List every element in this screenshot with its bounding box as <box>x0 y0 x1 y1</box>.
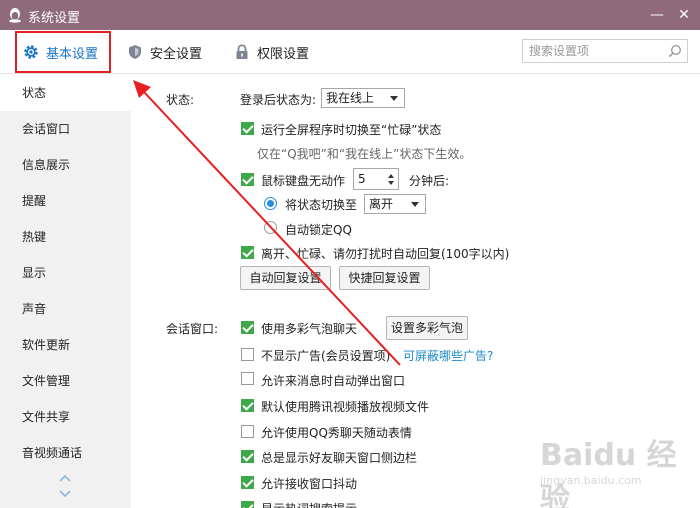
sidebar-item-software-update[interactable]: 软件更新 <box>0 327 131 363</box>
hide-ads-label: 不显示广告(会员设置项) <box>261 349 391 363</box>
sidebar-item-sound[interactable]: 声音 <box>0 291 131 327</box>
tencent-video-checkbox[interactable] <box>241 399 254 412</box>
switch-status-select[interactable]: 离开 <box>364 194 426 214</box>
tab-permission-settings-label: 权限设置 <box>257 46 310 62</box>
search-icon[interactable] <box>668 44 682 58</box>
hide-ads-checkbox[interactable] <box>241 348 254 361</box>
idle-label: 鼠标键盘无动作 <box>261 174 346 188</box>
chat-sidebar-label: 总是显示好友聊天窗口侧边栏 <box>261 451 418 465</box>
lock-icon <box>236 44 248 59</box>
minimize-button[interactable]: — <box>647 5 667 25</box>
auto-popup-checkbox[interactable] <box>241 372 254 385</box>
search-input[interactable] <box>523 40 663 62</box>
chat-sidebar-checkbox[interactable] <box>241 450 254 463</box>
session-section-label: 会话窗口: <box>166 322 219 336</box>
tab-permission-settings[interactable]: 权限设置 <box>233 37 309 67</box>
fullscreen-busy-label: 运行全屏程序时切换至“忙碌”状态 <box>261 123 442 137</box>
tab-basic-settings[interactable]: 基本设置 <box>22 37 98 67</box>
window-title: 系统设置 <box>28 11 81 26</box>
tab-security-settings-label: 安全设置 <box>150 46 203 62</box>
title-bar: 系统设置 — ✕ <box>0 0 700 30</box>
switch-status-value: 离开 <box>369 197 394 211</box>
idle-minutes-suffix: 分钟后: <box>409 174 450 188</box>
fullscreen-busy-note: 仅在“Q我吧”和“我在线上”状态下生效。 <box>257 147 472 161</box>
fullscreen-busy-checkbox[interactable] <box>241 122 254 135</box>
auto-reply-checkbox[interactable] <box>241 246 254 259</box>
login-status-select[interactable]: 我在线上 <box>321 88 405 108</box>
idle-minutes-stepper[interactable]: 5 <box>353 168 399 190</box>
colorful-bubble-label: 使用多彩气泡聊天 <box>261 322 358 336</box>
auto-popup-label: 允许来消息时自动弹出窗口 <box>261 374 406 388</box>
qqshow-emoji-checkbox[interactable] <box>241 425 254 438</box>
window-shake-label: 允许接收窗口抖动 <box>261 477 358 491</box>
stepper-up-icon[interactable] <box>388 174 394 178</box>
chevron-down-icon <box>390 96 398 101</box>
switch-status-radio[interactable] <box>264 197 277 210</box>
qqshow-emoji-label: 允许使用QQ秀聊天随动表情 <box>261 426 412 440</box>
baidu-watermark-url: jingyan.baidu.com <box>540 474 642 487</box>
sidebar-item-file-management[interactable]: 文件管理 <box>0 363 131 399</box>
settings-search[interactable] <box>522 39 688 63</box>
chevron-down-icon <box>411 202 419 207</box>
auto-lock-label: 自动锁定QQ <box>285 223 352 237</box>
tencent-video-label: 默认使用腾讯视频播放视频文件 <box>261 400 430 414</box>
idle-checkbox[interactable] <box>241 173 254 186</box>
login-status-value: 我在线上 <box>326 91 375 105</box>
qq-penguin-icon <box>9 8 21 23</box>
hotword-search-label: 显示热词搜索提示 <box>261 500 357 508</box>
chevron-down-icon[interactable] <box>56 489 74 499</box>
sidebar-item-session-window[interactable]: 会话窗口 <box>0 111 131 147</box>
hotword-search-checkbox[interactable] <box>241 501 254 508</box>
blockable-ads-link[interactable]: 可屏蔽哪些广告? <box>403 347 493 364</box>
sidebar-item-hotkeys[interactable]: 热键 <box>0 219 131 255</box>
switch-status-label: 将状态切换至 <box>285 198 358 212</box>
close-button[interactable]: ✕ <box>674 5 694 25</box>
auto-lock-radio[interactable] <box>264 221 277 234</box>
set-bubble-button[interactable]: 设置多彩气泡 <box>386 316 468 340</box>
sidebar-item-av-call[interactable]: 音视频通话 <box>0 435 131 471</box>
auto-reply-settings-button[interactable]: 自动回复设置 <box>240 266 331 290</box>
idle-minutes-value: 5 <box>358 172 366 186</box>
quick-reply-settings-button[interactable]: 快捷回复设置 <box>339 266 430 290</box>
tab-security-settings[interactable]: 安全设置 <box>126 37 202 67</box>
baidu-watermark: Baidu 经验 <box>540 438 677 508</box>
chevron-up-icon[interactable] <box>56 473 74 483</box>
window-shake-checkbox[interactable] <box>241 476 254 489</box>
colorful-bubble-checkbox[interactable] <box>241 321 254 334</box>
gear-icon <box>24 45 38 59</box>
auto-reply-label: 离开、忙碌、请勿打扰时自动回复(100字以内) <box>261 247 510 261</box>
sidebar-item-info-display[interactable]: 信息展示 <box>0 147 131 183</box>
settings-sidebar: 状态 会话窗口 信息展示 提醒 热键 显示 声音 软件更新 文件管理 文件共享 … <box>0 75 131 508</box>
sidebar-item-status[interactable]: 状态 <box>0 75 131 111</box>
sidebar-item-file-sharing[interactable]: 文件共享 <box>0 399 131 435</box>
sidebar-item-display[interactable]: 显示 <box>0 255 131 291</box>
shield-icon <box>129 45 141 59</box>
tab-basic-settings-label: 基本设置 <box>46 46 99 62</box>
sidebar-item-reminder[interactable]: 提醒 <box>0 183 131 219</box>
login-status-label: 登录后状态为: <box>240 93 317 107</box>
status-section-label: 状态: <box>166 93 195 107</box>
stepper-down-icon[interactable] <box>388 181 394 185</box>
